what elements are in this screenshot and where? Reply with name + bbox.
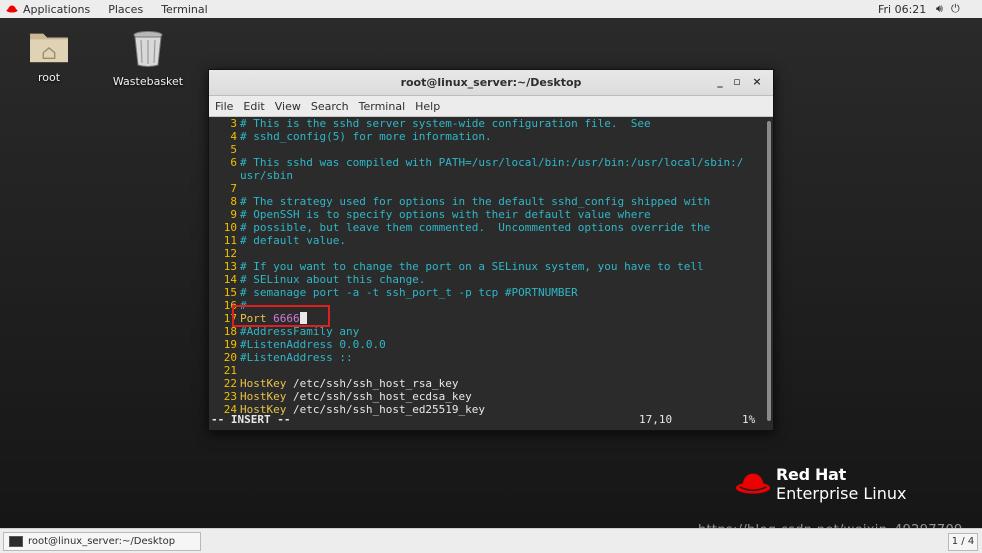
editor-line: 8 # The strategy used for options in the … [209,195,765,208]
taskbar-terminal-entry[interactable]: root@linux_server:~/Desktop [3,532,201,551]
line-text: # OpenSSH is to specify options with the… [240,208,651,221]
line-text: # possible, but leave them commented. Un… [240,221,711,234]
window-titlebar[interactable]: root@linux_server:~/Desktop _ ▫ × [209,70,773,96]
clock[interactable]: Fri 06:21 [878,3,926,16]
line-number: 23 [223,390,237,403]
terminal-scrollbar[interactable] [767,121,771,421]
vim-status-line: -- INSERT -- 17,10 1% [209,413,765,427]
desktop-icon-label: Wastebasket [112,75,184,88]
menu-view[interactable]: View [270,100,306,113]
places-menu[interactable]: Places [108,3,143,16]
line-text: # sshd_config(5) for more information. [240,130,492,143]
line-number: 11 [223,234,237,247]
line-number: 6 [230,156,237,169]
terminal-app-menu[interactable]: Terminal [161,3,208,16]
line-text: # SELinux about this change. [240,273,426,286]
desktop-icon-label: root [37,71,61,84]
line-text: # If you want to change the port on a SE… [240,260,704,273]
redhat-hat-icon [6,5,18,13]
line-number: 8 [230,195,237,208]
editor-line: 6 # This sshd was compiled with PATH=/usr… [209,156,765,169]
line-number: 21 [223,364,237,377]
line-text: # This is the sshd server system-wide co… [240,117,651,130]
top-bar: Applications Places Terminal Fri 06:21 🔊… [0,0,982,19]
line-number: 10 [223,221,237,234]
redhat-logo-icon [735,473,771,494]
line-number: 22 [223,377,237,390]
system-tray[interactable]: 🔊︎ ⏻ [936,2,960,15]
minimize-icon[interactable]: _ [714,76,726,88]
line-number: 3 [230,117,237,130]
maximize-icon[interactable]: ▫ [731,76,743,88]
file-percent: 1% [742,413,756,426]
applications-menu[interactable]: Applications [23,3,90,16]
editor-line: 7 [209,182,765,195]
line-text: # semanage port -a -t ssh_port_t -p tcp … [240,286,578,299]
editor-line: 10 # possible, but leave them commented. … [209,221,765,234]
window-title: root@linux_server:~/Desktop [400,76,582,89]
line-number: 15 [223,286,237,299]
editor-line: 20 #ListenAddress :: [209,351,765,364]
editor-line: 5 [209,143,765,156]
line-number: 4 [230,130,237,143]
line-text: #ListenAddress :: [240,351,353,364]
terminal-window[interactable]: root@linux_server:~/Desktop _ ▫ × File E… [208,69,774,431]
line-number: 20 [223,351,237,364]
line-number: 14 [223,273,237,286]
workspace-pager[interactable]: 1 / 4 [948,533,978,551]
menu-help[interactable]: Help [410,100,445,113]
desktop-icon-root[interactable]: root [9,28,89,84]
editor-line: 12 [209,247,765,260]
redhat-logo: Red Hat Enterprise Linux [734,466,907,503]
line-text: # default value. [240,234,346,247]
power-icon[interactable]: ⏻ [951,2,960,15]
menu-file[interactable]: File [209,100,238,113]
menu-search[interactable]: Search [306,100,354,113]
line-text: # This sshd was compiled with PATH=/usr/… [240,156,744,169]
editor-line: 3 # This is the sshd server system-wide c… [209,117,765,130]
editor-line: 15 # semanage port -a -t ssh_port_t -p tc… [209,286,765,299]
vim-mode: -- INSERT -- [211,413,291,426]
menu-edit[interactable]: Edit [238,100,269,113]
line-number: 9 [230,208,237,221]
desktop-icon-wastebasket[interactable]: Wastebasket [108,30,188,88]
volume-icon[interactable]: 🔊︎ [936,2,943,15]
menu-terminal[interactable]: Terminal [354,100,411,113]
terminal-menubar: File Edit View Search Terminal Help [209,96,773,117]
editor-line: usr/sbin [209,169,765,182]
line-text: usr/sbin [240,169,293,182]
port-highlight-box [232,305,330,327]
config-value: /etc/ssh/ssh_host_rsa_key [292,377,459,390]
config-value: /etc/ssh/ssh_host_ecdsa_key [292,390,472,403]
line-number: 7 [230,182,237,195]
editor-line: 9 # OpenSSH is to specify options with th… [209,208,765,221]
editor-line: 22 HostKey /etc/ssh/ssh_host_rsa_key [209,377,765,390]
editor-line: 11 # default value. [209,234,765,247]
home-folder-icon [30,33,68,63]
editor-line: 4 # sshd_config(5) for more information. [209,130,765,143]
config-keyword: HostKey [240,377,287,390]
taskbar-entry-label: root@linux_server:~/Desktop [28,536,176,547]
brand-line-2: Enterprise Linux [776,484,907,503]
line-number: 19 [223,338,237,351]
line-text: # The strategy used for options in the d… [240,195,711,208]
editor-line: 23 HostKey /etc/ssh/ssh_host_ecdsa_key [209,390,765,403]
editor-line: 14 # SELinux about this change. [209,273,765,286]
line-number: 5 [230,143,237,156]
editor-line: 21 [209,364,765,377]
config-keyword: HostKey [240,390,287,403]
line-number: 13 [223,260,237,273]
line-number: 12 [223,247,237,260]
taskbar: root@linux_server:~/Desktop 1 / 4 [0,528,982,553]
brand-line-1: Red Hat [776,465,846,484]
terminal-icon [9,536,23,547]
editor-line: 19 #ListenAddress 0.0.0.0 [209,338,765,351]
close-icon[interactable]: × [751,76,763,88]
trash-icon [133,31,163,67]
cursor-position: 17,10 [639,413,673,426]
line-text: #ListenAddress 0.0.0.0 [240,338,386,351]
terminal-content[interactable]: 3 # This is the sshd server system-wide c… [209,117,765,429]
editor-line: 13 # If you want to change the port on a … [209,260,765,273]
